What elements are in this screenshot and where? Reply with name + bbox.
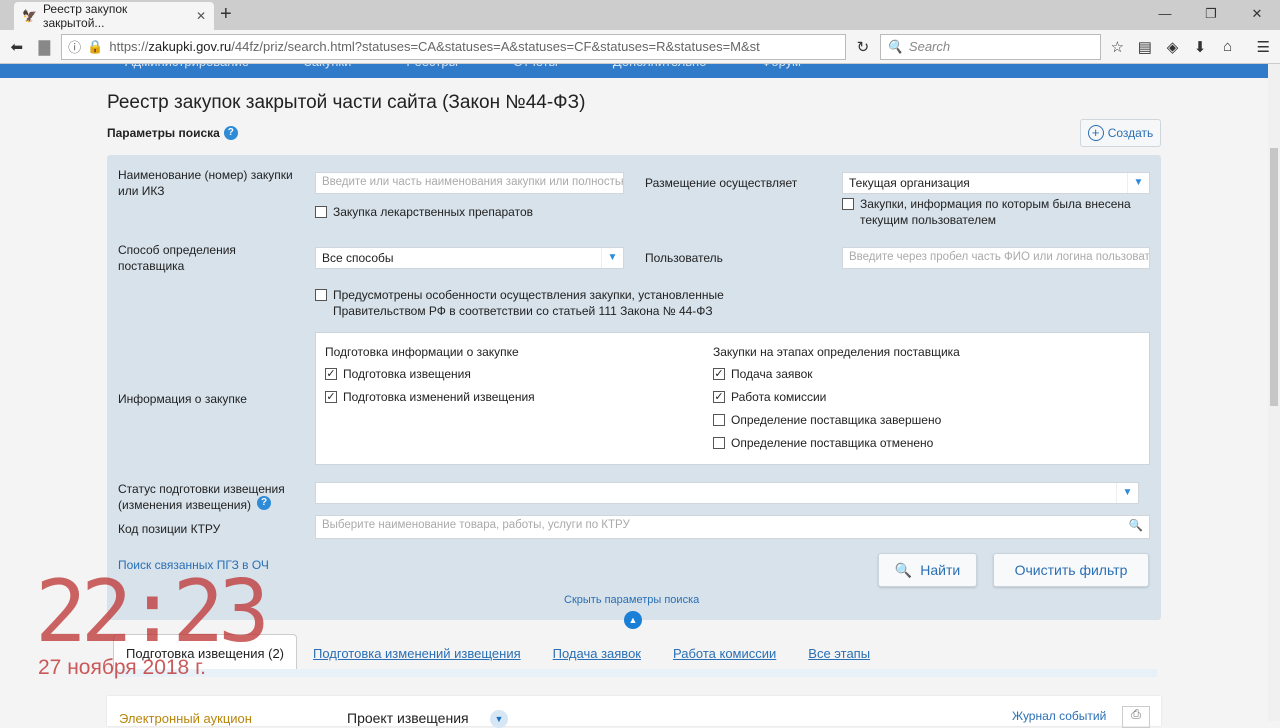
back-icon[interactable]: ⬅	[6, 38, 28, 56]
minimize-button[interactable]: —	[1142, 0, 1188, 28]
help-icon[interactable]: ?	[257, 496, 271, 510]
info-label: Информация о закупке	[118, 392, 247, 406]
restore-button[interactable]: ❐	[1188, 0, 1234, 28]
user-input[interactable]: Введите через пробел часть ФИО или логин…	[842, 247, 1150, 269]
print-icon[interactable]: ⎙	[1122, 706, 1150, 728]
create-button[interactable]: + Создать	[1080, 119, 1161, 147]
clock-overlay: 22:23	[35, 562, 270, 662]
find-button[interactable]: 🔍 Найти	[878, 553, 977, 587]
menu-item[interactable]: Форум	[761, 64, 801, 78]
stage-title: Закупки на этапах определения поставщика	[713, 345, 960, 359]
scrollbar-thumb[interactable]	[1270, 148, 1278, 406]
pocket-icon[interactable]: ◈	[1162, 38, 1184, 56]
browser-tabbar: 🦅 Реестр закупок закрытой... ✕ + — ❐ ✕	[0, 0, 1280, 30]
procurement-type: Электронный аукцион	[119, 711, 252, 726]
reload-icon[interactable]: ↻	[852, 38, 874, 56]
stage-checkbox[interactable]: ✓ Работа комиссии	[713, 389, 826, 405]
hide-params-link[interactable]: Скрыть параметры поиска	[564, 592, 699, 608]
prep-checkbox[interactable]: ✓ Подготовка изменений извещения	[325, 389, 535, 405]
navigation-bar: ⬅ ▇ ⓘ 🔒 https://zakupki.gov.ru/44fz/priz/s…	[0, 30, 1280, 64]
search-icon: 🔍	[886, 38, 903, 54]
new-tab-button[interactable]: +	[220, 3, 232, 26]
help-icon[interactable]: ?	[223, 126, 238, 140]
reader-icon[interactable]: ▤	[1134, 38, 1156, 56]
menu-item[interactable]: Закупки	[304, 64, 351, 78]
chevron-down-icon: ▼	[601, 248, 623, 268]
search-icon[interactable]: 🔍	[1129, 518, 1143, 532]
menu-item[interactable]: Дополнительно	[613, 64, 707, 78]
method-select[interactable]: Все способы ▼	[315, 247, 624, 269]
clear-filter-button[interactable]: Очистить фильтр	[993, 553, 1149, 587]
site-menu: Администрирование Закупки Реестры Отчеты Доп…	[0, 64, 1280, 78]
search-params-title: Параметры поиска?	[107, 126, 238, 140]
tab-applications[interactable]: Подача заявок	[537, 646, 657, 669]
url-bar[interactable]: ⓘ 🔒 https://zakupki.gov.ru/44fz/priz/searc…	[61, 33, 847, 60]
method-label: Способ определения поставщика	[118, 243, 236, 273]
library-icon[interactable]: ▇	[34, 38, 56, 56]
menu-item[interactable]: Администрирование	[125, 64, 249, 78]
search-icon: 🔍	[894, 561, 913, 578]
info-box: Подготовка информации о закупке ✓ Подгото…	[315, 332, 1150, 465]
search-input[interactable]: 🔍 Search	[879, 33, 1101, 60]
download-icon[interactable]: ⬇	[1189, 38, 1211, 56]
plus-icon: +	[1087, 125, 1104, 141]
procurement-status: Проект извещения	[347, 710, 469, 726]
drugs-checkbox[interactable]: Закупка лекарственных препаратов	[315, 204, 533, 220]
bookmark-star-icon[interactable]: ☆	[1107, 38, 1129, 56]
placement-label: Размещение осуществляет	[645, 176, 798, 190]
browser-tab[interactable]: 🦅 Реестр закупок закрытой... ✕	[14, 2, 214, 30]
ktru-label: Код позиции КТРУ	[118, 522, 221, 536]
result-row: Электронный аукцион Проект извещения ▼ Ж…	[107, 696, 1161, 728]
status-select[interactable]: ▼	[315, 482, 1139, 504]
home-icon[interactable]: ⌂	[1217, 38, 1239, 55]
user-label: Пользователь	[645, 251, 723, 265]
menu-icon[interactable]: ☰	[1252, 38, 1274, 56]
menu-item[interactable]: Отчеты	[513, 64, 558, 78]
chevron-down-icon: ▼	[1127, 173, 1149, 193]
stage-checkbox[interactable]: Определение поставщика отменено	[713, 435, 933, 451]
chevron-down-icon[interactable]: ▼	[490, 710, 508, 728]
placement-select[interactable]: Текущая организация ▼	[842, 172, 1150, 194]
info-icon: ⓘ	[68, 40, 82, 55]
date-overlay: 27 ноября 2018 г.	[38, 656, 206, 679]
ktru-input[interactable]: Выберите наименование товара, работы, ус…	[315, 515, 1150, 539]
prep-checkbox[interactable]: ✓ Подготовка извещения	[325, 366, 471, 382]
close-tab-icon[interactable]: ✕	[196, 9, 206, 23]
stage-tabs: Подготовка извещения (2) Подготовка изме…	[113, 634, 1157, 677]
tab-all-stages[interactable]: Все этапы	[792, 646, 886, 669]
page-title: Реестр закупок закрытой части сайта (Зак…	[107, 92, 586, 113]
stage-checkbox[interactable]: ✓ Подача заявок	[713, 366, 813, 382]
close-window-button[interactable]: ✕	[1234, 0, 1280, 28]
chevron-down-icon: ▼	[1116, 483, 1138, 503]
art111-checkbox[interactable]: Предусмотрены особенности осуществления …	[315, 287, 735, 319]
collapse-arrow-icon[interactable]: ▲	[624, 611, 642, 629]
stage-checkbox[interactable]: Определение поставщика завершено	[713, 412, 941, 428]
lock-icon: 🔒	[87, 38, 104, 54]
prep-title: Подготовка информации о закупке	[325, 345, 519, 359]
tab-prep-changes[interactable]: Подготовка изменений извещения	[297, 646, 537, 669]
menu-item[interactable]: Реестры	[406, 64, 458, 78]
favicon-icon: 🦅	[22, 9, 37, 23]
search-panel: Наименование (номер) закупки или ИКЗ Вве…	[107, 155, 1161, 629]
by-user-checkbox[interactable]: Закупки, информация по которым была внес…	[842, 196, 1142, 228]
name-label: Наименование (номер) закупки или ИКЗ	[118, 168, 293, 198]
name-input[interactable]: Введите или часть наименования закупки и…	[315, 172, 624, 194]
page-scrollbar[interactable]	[1268, 64, 1280, 721]
tab-commission[interactable]: Работа комиссии	[657, 646, 792, 669]
